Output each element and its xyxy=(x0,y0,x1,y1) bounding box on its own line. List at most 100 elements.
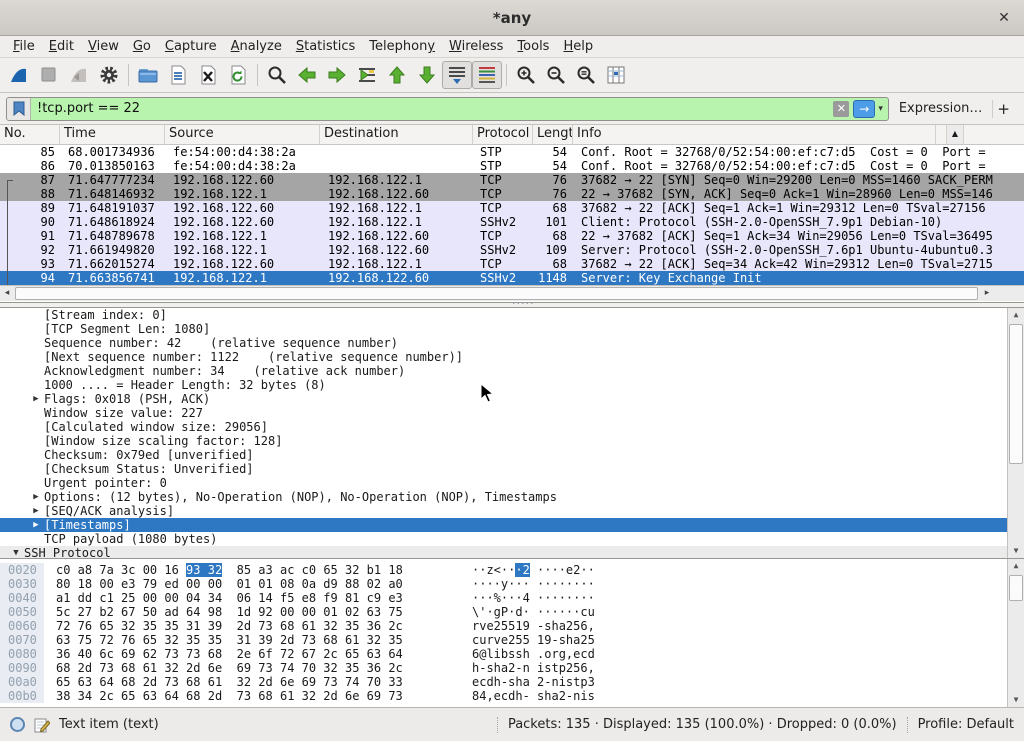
hex-row-0050[interactable]: 00505c 27 b2 67 50 ad 64 98 1d 92 00 00 … xyxy=(0,605,1024,619)
close-window-icon[interactable]: ✕ xyxy=(994,8,1014,28)
hex-row-0060[interactable]: 006072 76 65 32 35 35 31 39 2d 73 68 61 … xyxy=(0,619,1024,633)
detail-line[interactable]: 1000 .... = Header Length: 32 bytes (8) xyxy=(0,378,1024,392)
hex-bytes[interactable]: 5c 27 b2 67 50 ad 64 98 1d 92 00 00 01 0… xyxy=(44,605,408,619)
go-to-top-button[interactable] xyxy=(382,61,412,89)
packet-row-85[interactable]: 8568.001734936fe:54:00:d4:38:2aSTP54Conf… xyxy=(0,145,1024,159)
packet-row-86[interactable]: 8670.013850163fe:54:00:d4:38:2aSTP54Conf… xyxy=(0,159,1024,173)
filter-input[interactable]: !tcp.port == 22 xyxy=(31,101,833,116)
detail-line[interactable]: ▶[SEQ/ACK analysis] xyxy=(0,504,1024,518)
expander-icon[interactable]: ▶ xyxy=(28,392,44,406)
display-filter-field[interactable]: !tcp.port == 22 ✕ → ▾ xyxy=(6,97,889,121)
go-to-bottom-button[interactable] xyxy=(412,61,442,89)
scroll-up-icon[interactable]: ▲ xyxy=(947,125,964,144)
menu-edit[interactable]: Edit xyxy=(42,37,81,56)
hex-row-0040[interactable]: 0040a1 dd c1 25 00 00 04 34 06 14 f5 e8 … xyxy=(0,591,1024,605)
hex-bytes[interactable]: a1 dd c1 25 00 00 04 34 06 14 f5 e8 f9 8… xyxy=(44,591,408,605)
capture-options-button[interactable] xyxy=(94,61,124,89)
filter-dropdown-icon[interactable]: ▾ xyxy=(878,104,883,114)
colorize-toggle[interactable] xyxy=(472,61,502,89)
scroll-left-icon[interactable]: ◂ xyxy=(0,286,14,301)
restart-capture-button[interactable] xyxy=(64,61,94,89)
hex-bytes[interactable]: 68 2d 73 68 61 32 2d 6e 69 73 74 70 32 3… xyxy=(44,661,408,675)
hex-row-0080[interactable]: 008036 40 6c 69 62 73 73 68 2e 6f 72 67 … xyxy=(0,647,1024,661)
scroll-up-icon[interactable]: ▲ xyxy=(1008,308,1024,322)
hex-row-0070[interactable]: 007063 75 72 76 65 32 35 35 31 39 2d 73 … xyxy=(0,633,1024,647)
hex-ascii[interactable]: h-sha2-n istp256, xyxy=(408,661,595,675)
menu-file[interactable]: File xyxy=(6,37,42,56)
detail-line[interactable]: [Calculated window size: 29056] xyxy=(0,420,1024,434)
scroll-down-icon[interactable]: ▼ xyxy=(1008,693,1024,707)
menu-go[interactable]: Go xyxy=(126,37,158,56)
find-packet-button[interactable] xyxy=(262,61,292,89)
go-to-packet-button[interactable] xyxy=(352,61,382,89)
packet-row-90[interactable]: 9071.648618924192.168.122.60192.168.122.… xyxy=(0,215,1024,229)
filter-bookmark-button[interactable] xyxy=(7,98,31,120)
detail-line[interactable]: ▼SSH Protocol xyxy=(0,546,1024,559)
packet-row-88[interactable]: 8871.648146932192.168.122.1192.168.122.6… xyxy=(0,187,1024,201)
column-header-time[interactable]: Time xyxy=(60,125,165,144)
hex-row-00a0[interactable]: 00a065 63 64 68 2d 73 68 61 32 2d 6e 69 … xyxy=(0,675,1024,689)
column-header-source[interactable]: Source xyxy=(165,125,320,144)
detail-line[interactable]: [Stream index: 0] xyxy=(0,308,1024,322)
hex-bytes[interactable]: 80 18 00 e3 79 ed 00 00 01 01 08 0a d9 8… xyxy=(44,577,408,591)
detail-line[interactable]: [TCP Segment Len: 1080] xyxy=(0,322,1024,336)
ascii-selected-bytes[interactable]: ·2 xyxy=(515,563,529,577)
menu-telephony[interactable]: Telephony xyxy=(362,37,442,56)
hex-row-0020[interactable]: 0020c0 a8 7a 3c 00 16 93 32 85 a3 ac c0 … xyxy=(0,563,1024,577)
hex-ascii[interactable]: ···%···4 ········ xyxy=(408,591,595,605)
column-header-info[interactable]: Info xyxy=(573,125,936,144)
detail-line[interactable]: [Next sequence number: 1122 (relative se… xyxy=(0,350,1024,364)
detail-line[interactable]: [Checksum Status: Unverified] xyxy=(0,462,1024,476)
hex-ascii[interactable]: \'·gP·d· ······cu xyxy=(408,605,595,619)
scroll-right-icon[interactable]: ▸ xyxy=(980,286,994,301)
hex-bytes[interactable]: 36 40 6c 69 62 73 73 68 2e 6f 72 67 2c 6… xyxy=(44,647,408,661)
scroll-up-icon[interactable]: ▲ xyxy=(1008,559,1024,573)
go-back-button[interactable] xyxy=(292,61,322,89)
scrollbar-thumb[interactable] xyxy=(15,287,978,300)
packet-row-92[interactable]: 9271.661949820192.168.122.1192.168.122.6… xyxy=(0,243,1024,257)
hex-row-00b0[interactable]: 00b038 34 2c 65 63 64 68 2d 73 68 61 32 … xyxy=(0,689,1024,703)
packet-row-91[interactable]: 9171.648789678192.168.122.1192.168.122.6… xyxy=(0,229,1024,243)
hex-ascii[interactable]: ··z<···2 ····e2·· xyxy=(408,563,595,577)
hex-ascii[interactable]: ····y··· ········ xyxy=(408,577,595,591)
packet-row-94[interactable]: 9471.663856741192.168.122.1192.168.122.6… xyxy=(0,271,1024,285)
filter-apply-icon[interactable]: → xyxy=(853,100,875,118)
menu-statistics[interactable]: Statistics xyxy=(289,37,362,56)
hex-ascii[interactable]: ecdh-sha 2-nistp3 xyxy=(408,675,595,689)
scroll-down-icon[interactable]: ▼ xyxy=(1008,544,1024,558)
column-header-protocol[interactable]: Protocol xyxy=(473,125,533,144)
detail-line[interactable]: ▶Flags: 0x018 (PSH, ACK) xyxy=(0,392,1024,406)
detail-line[interactable]: ▶Options: (12 bytes), No-Operation (NOP)… xyxy=(0,490,1024,504)
column-header-destination[interactable]: Destination xyxy=(320,125,473,144)
hex-bytes[interactable]: 65 63 64 68 2d 73 68 61 32 2d 6e 69 73 7… xyxy=(44,675,408,689)
resize-columns-button[interactable] xyxy=(601,61,631,89)
expander-icon[interactable]: ▶ xyxy=(28,504,44,518)
expert-info-icon[interactable] xyxy=(10,717,25,732)
stop-capture-button[interactable] xyxy=(34,61,64,89)
detail-line[interactable]: TCP payload (1080 bytes) xyxy=(0,532,1024,546)
go-forward-button[interactable] xyxy=(322,61,352,89)
hex-bytes[interactable]: c0 a8 7a 3c 00 16 93 32 85 a3 ac c0 65 3… xyxy=(44,563,408,577)
hex-bytes[interactable]: 38 34 2c 65 63 64 68 2d 73 68 61 32 2d 6… xyxy=(44,689,408,703)
expression-button[interactable]: Expression… xyxy=(889,101,993,116)
packet-row-93[interactable]: 9371.662015274192.168.122.60192.168.122.… xyxy=(0,257,1024,271)
close-file-button[interactable] xyxy=(193,61,223,89)
column-header-no[interactable]: No. xyxy=(0,125,60,144)
expander-icon[interactable]: ▼ xyxy=(8,546,24,559)
start-capture-button[interactable] xyxy=(4,61,34,89)
hex-ascii[interactable]: rve25519 -sha256, xyxy=(408,619,595,633)
scrollbar-thumb[interactable] xyxy=(1009,575,1023,601)
menu-wireless[interactable]: Wireless xyxy=(442,37,510,56)
detail-line[interactable]: Acknowledgment number: 34 (relative ack … xyxy=(0,364,1024,378)
hex-bytes[interactable]: 72 76 65 32 35 35 31 39 2d 73 68 61 32 3… xyxy=(44,619,408,633)
open-file-button[interactable] xyxy=(133,61,163,89)
details-vscrollbar[interactable]: ▲ ▼ xyxy=(1007,308,1024,558)
save-file-button[interactable] xyxy=(163,61,193,89)
detail-line[interactable]: Window size value: 227 xyxy=(0,406,1024,420)
zoom-out-button[interactable] xyxy=(541,61,571,89)
detail-line[interactable]: ▶[Timestamps] xyxy=(0,518,1024,532)
detail-line[interactable]: Checksum: 0x79ed [unverified] xyxy=(0,448,1024,462)
zoom-in-button[interactable] xyxy=(511,61,541,89)
expander-icon[interactable]: ▶ xyxy=(28,518,44,532)
hex-selected-bytes[interactable]: 93 32 xyxy=(186,563,222,577)
